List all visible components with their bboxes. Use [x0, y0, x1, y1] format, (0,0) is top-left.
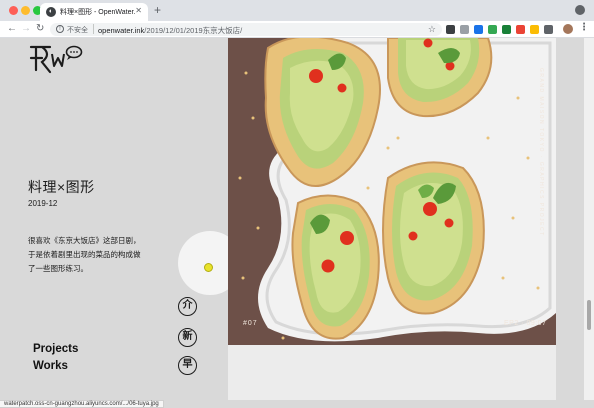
tab-close-icon[interactable]: ✕ [135, 6, 142, 15]
toast-slice [291, 194, 380, 340]
toast-illustration [238, 38, 556, 342]
extension-icon[interactable] [502, 25, 511, 34]
url-host: openwater.ink [98, 26, 145, 35]
page-scrollbar[interactable] [584, 38, 594, 400]
divider [93, 24, 94, 34]
description-line: 很喜欢《东京大饭店》这部日剧， [28, 236, 141, 245]
security-label[interactable]: 不安全 [67, 25, 88, 35]
url-path: /2019/12/01/2019东京大饭店/ [144, 26, 243, 35]
intro-button[interactable]: 介 [178, 297, 197, 316]
tab-strip: ◐ 料理×图形 - OpenWater.ink ✕ + [0, 0, 594, 21]
extension-puzzle-icon[interactable] [544, 25, 553, 34]
more-menu-icon[interactable]: ⋮ [579, 22, 589, 33]
extension-icon[interactable] [460, 25, 469, 34]
profile-avatar[interactable] [563, 24, 573, 34]
extension-icon[interactable] [488, 25, 497, 34]
site-logo[interactable] [28, 42, 84, 76]
artwork-label-right: EP2 · 09:07 [504, 320, 547, 327]
tab-search-icon[interactable] [575, 5, 585, 15]
page-date: 2019-12 [28, 199, 58, 208]
bookmark-star-icon[interactable]: ☆ [428, 24, 436, 35]
new-tab-button[interactable]: + [154, 3, 161, 17]
works-link[interactable]: Works [33, 360, 68, 372]
artwork-label-left: #07 [243, 320, 258, 327]
tab-title: 料理×图形 - OpenWater.ink [60, 9, 135, 16]
extension-icon[interactable] [446, 25, 455, 34]
page-content: 料理×图形 2019-12 很喜欢《东京大饭店》这部日剧， 于是依着剧里出现的菜… [0, 38, 594, 400]
url-text[interactable]: openwater.ink/2019/12/01/2019东京大饭店/ [98, 25, 242, 36]
vertical-caption: GRAND MAISON TOKYO · GRAPHICS PROJECT [538, 68, 544, 237]
cursor-dot [204, 263, 213, 272]
extension-icon[interactable] [516, 25, 525, 34]
description-line: 于是依着剧里出现的菜品的构成做 [28, 250, 141, 259]
back-arrow-icon[interactable]: ← [7, 23, 17, 35]
scrollbar-thumb[interactable] [587, 300, 591, 330]
description-line: 了一些图形练习。 [28, 264, 88, 273]
earliest-button[interactable]: 早 [178, 356, 197, 375]
artwork-caption-area [228, 345, 556, 400]
status-bar-url: waterpatch.oss-cn-guangzhou.aliyuncs.com… [0, 400, 164, 408]
newest-button[interactable]: 新 [178, 328, 197, 347]
browser-tab[interactable]: ◐ 料理×图形 - OpenWater.ink ✕ [40, 3, 148, 21]
site-favicon-icon: ◐ [46, 7, 56, 17]
artwork-image[interactable]: GRAND MAISON TOKYO · GRAPHICS PROJECT #0… [228, 38, 556, 345]
forward-arrow-icon[interactable]: → [21, 23, 31, 35]
page-title: 料理×图形 [28, 179, 95, 195]
page-description: 很喜欢《东京大饭店》这部日剧， 于是依着剧里出现的菜品的构成做 了一些图形练习。 [28, 234, 141, 276]
extension-icon[interactable] [474, 25, 483, 34]
reload-icon[interactable]: ↻ [36, 23, 44, 35]
not-secure-icon[interactable]: ! [56, 25, 64, 33]
window-close-button[interactable] [9, 6, 18, 15]
window-minimize-button[interactable] [21, 6, 30, 15]
projects-link[interactable]: Projects [33, 343, 78, 355]
browser-toolbar: ← → ↻ ! 不安全 openwater.ink/2019/12/01/201… [0, 21, 594, 38]
address-bar[interactable]: ! 不安全 openwater.ink/2019/12/01/2019东京大饭店… [50, 23, 442, 36]
extension-icon[interactable] [530, 25, 539, 34]
